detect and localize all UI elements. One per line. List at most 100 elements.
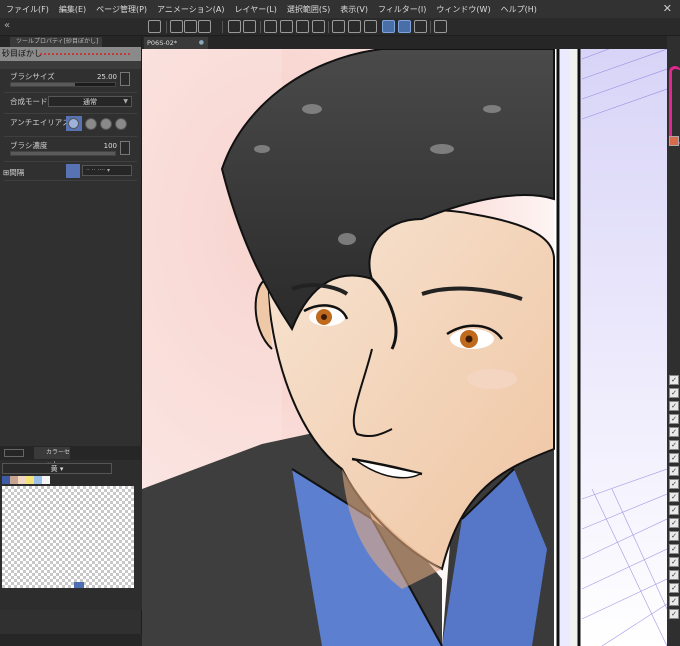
spacing-row: ⊞間隔 ·· ·· ···· ▾ — [0, 163, 141, 179]
color-set-tabbar: カラーセット — [0, 446, 142, 468]
antialias-medium-icon[interactable] — [100, 118, 112, 130]
selected-swatch-indicator — [74, 582, 84, 588]
layer-visibility-checkbox[interactable]: ✓ — [669, 466, 679, 476]
layer-visibility-checkbox[interactable]: ✓ — [669, 570, 679, 580]
layer-visibility-list: ✓ ✓ ✓ ✓ ✓ ✓ ✓ ✓ ✓ ✓ ✓ ✓ ✓ ✓ ✓ ✓ ✓ ✓ ✓ — [669, 375, 680, 622]
blend-mode-label: 合成モード — [10, 97, 48, 106]
fill-icon[interactable] — [296, 20, 309, 33]
menu-window[interactable]: ウィンドウ(W) — [436, 4, 490, 15]
menu-page[interactable]: ページ管理(P) — [96, 4, 147, 15]
stabilization-icon[interactable] — [382, 20, 395, 33]
brush-size-label: ブラシサイズ — [10, 72, 55, 81]
snap-special-ruler-icon[interactable] — [348, 20, 361, 33]
brush-density-stepper[interactable] — [120, 141, 130, 155]
layer-visibility-checkbox[interactable]: ✓ — [669, 479, 679, 489]
undo-icon[interactable] — [228, 20, 241, 33]
pen-icon[interactable] — [414, 20, 427, 33]
layer-visibility-checkbox[interactable]: ✓ — [669, 544, 679, 554]
swatch-1[interactable] — [10, 476, 18, 484]
spacing-mode-selected[interactable] — [66, 164, 80, 178]
layer-visibility-checkbox[interactable]: ✓ — [669, 609, 679, 619]
transform-icon[interactable] — [312, 20, 325, 33]
blend-mode-select[interactable]: 通常 ▼ — [48, 96, 132, 107]
antialias-strong-icon[interactable] — [115, 118, 127, 130]
menu-filter[interactable]: フィルター(I) — [378, 4, 426, 15]
swatch-4[interactable] — [34, 476, 42, 484]
layer-visibility-checkbox[interactable]: ✓ — [669, 492, 679, 502]
layer-visibility-checkbox[interactable]: ✓ — [669, 453, 679, 463]
color-set-select[interactable]: 黄 ▾ — [2, 463, 112, 474]
brush-name-bar: 砂目ぼかし — [0, 47, 141, 61]
brush-density-value[interactable]: 100 — [104, 142, 117, 150]
layer-visibility-checkbox[interactable]: ✓ — [669, 531, 679, 541]
layer-visibility-checkbox[interactable]: ✓ — [669, 440, 679, 450]
collapse-panel-icon[interactable]: « — [4, 20, 10, 31]
antialias-row: アンチエイリアス — [0, 115, 141, 135]
layer-visibility-checkbox[interactable]: ✓ — [669, 557, 679, 567]
brush-size-slider[interactable] — [10, 82, 116, 87]
layer-visibility-checkbox[interactable]: ✓ — [669, 596, 679, 606]
close-icon[interactable]: ✕ — [663, 2, 672, 15]
brush-size-stepper[interactable] — [120, 72, 130, 86]
layer-visibility-checkbox[interactable]: ✓ — [669, 427, 679, 437]
layer-visibility-checkbox[interactable]: ✓ — [669, 401, 679, 411]
antialias-weak-icon[interactable] — [85, 118, 97, 130]
menu-view[interactable]: 表示(V) — [340, 4, 368, 15]
swatch-5[interactable] — [42, 476, 50, 484]
brush-density-label: ブラシ濃度 — [10, 141, 48, 150]
document-tab[interactable]: P06S-02* ● — [144, 37, 208, 49]
brush-name: 砂目ぼかし — [2, 49, 42, 58]
layer-visibility-checkbox[interactable]: ✓ — [669, 583, 679, 593]
open-file-icon[interactable] — [184, 20, 197, 33]
layer-visibility-checkbox[interactable]: ✓ — [669, 375, 679, 385]
command-bar: « — [0, 18, 680, 36]
swatch-2[interactable] — [18, 476, 26, 484]
spacing-select[interactable]: ·· ·· ···· ▾ — [82, 165, 132, 176]
clear-outside-icon[interactable] — [280, 20, 293, 33]
tool-property-tabbar: ツールプロパティ[砂目ぼかし] — [0, 36, 141, 47]
chevron-down-icon: ▼ — [123, 98, 128, 105]
brush-density-slider[interactable] — [10, 151, 116, 156]
status-bar — [0, 634, 142, 646]
redo-icon[interactable] — [243, 20, 256, 33]
color-wheel-tab[interactable] — [4, 449, 24, 457]
clip-studio-icon[interactable] — [148, 20, 161, 33]
brush-density-row: ブラシ濃度 100 — [0, 138, 141, 160]
menu-selection[interactable]: 選択範囲(S) — [287, 4, 330, 15]
close-tab-icon[interactable]: ● — [199, 37, 204, 49]
layer-visibility-checkbox[interactable]: ✓ — [669, 414, 679, 424]
color-swatches — [2, 476, 50, 484]
layer-visibility-checkbox[interactable]: ✓ — [669, 505, 679, 515]
menu-edit[interactable]: 編集(E) — [59, 4, 86, 15]
color-set-panel: カラーセット 黄 ▾ — [0, 446, 142, 610]
antialias-label: アンチエイリアス — [10, 118, 70, 127]
save-icon[interactable] — [198, 20, 211, 33]
canvas[interactable] — [142, 49, 667, 646]
snap-grid-icon[interactable] — [364, 20, 377, 33]
main-color-swatch[interactable] — [669, 136, 679, 146]
transparent-swatch-grid[interactable] — [2, 486, 134, 588]
blend-mode-value: 通常 — [83, 98, 97, 106]
document-tab-label: P06S-02* — [147, 39, 178, 47]
snap-ruler-icon[interactable] — [332, 20, 345, 33]
brush-size-value[interactable]: 25.00 — [97, 73, 117, 81]
swatch-0[interactable] — [2, 476, 10, 484]
layer-visibility-checkbox[interactable]: ✓ — [669, 518, 679, 528]
tab-tool-property[interactable]: ツールプロパティ[砂目ぼかし] — [10, 37, 102, 47]
menu-file[interactable]: ファイル(F) — [6, 4, 49, 15]
color-wheel-icon[interactable] — [669, 66, 680, 146]
tab-color-set[interactable]: カラーセット — [34, 447, 70, 468]
erase-icon[interactable] — [264, 20, 277, 33]
swatch-3[interactable] — [26, 476, 34, 484]
pen-pressure-icon[interactable] — [398, 20, 411, 33]
help-icon[interactable] — [434, 20, 447, 33]
spacing-label: ⊞間隔 — [3, 168, 25, 177]
layer-visibility-checkbox[interactable]: ✓ — [669, 388, 679, 398]
menu-help[interactable]: ヘルプ(H) — [501, 4, 537, 15]
brush-stroke-preview — [40, 53, 130, 55]
blend-mode-row: 合成モード 通常 ▼ — [0, 94, 141, 112]
new-file-icon[interactable] — [170, 20, 183, 33]
brush-size-row: ブラシサイズ 25.00 — [0, 69, 141, 91]
menu-layer[interactable]: レイヤー(L) — [234, 4, 276, 15]
menu-animation[interactable]: アニメーション(A) — [157, 4, 224, 15]
